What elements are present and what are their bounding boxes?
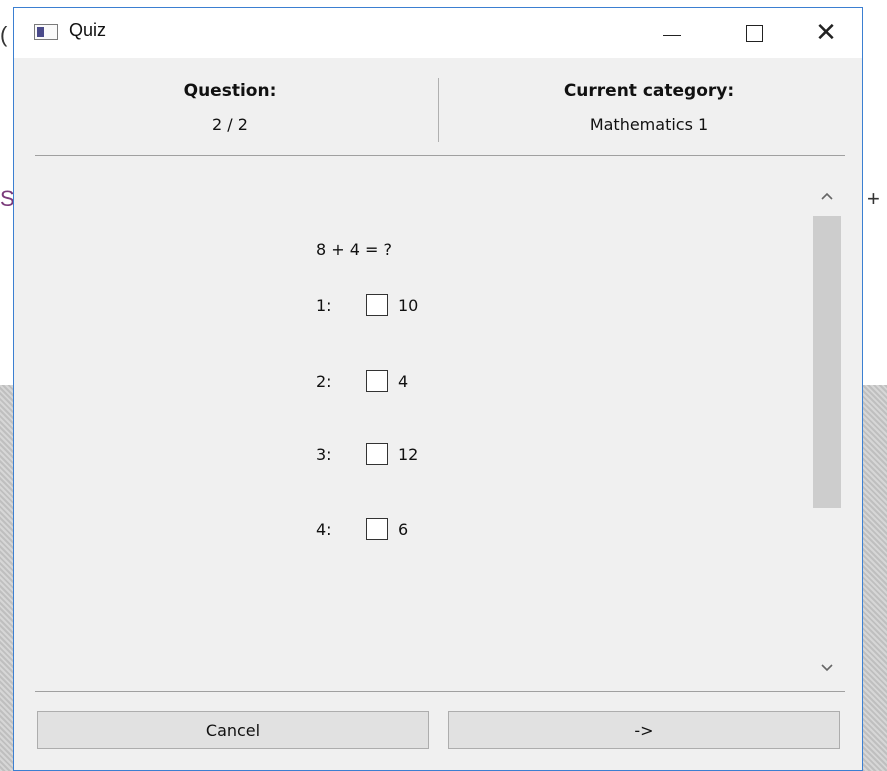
close-button[interactable]: ✕	[796, 8, 856, 58]
answer-checkbox-1[interactable]	[366, 294, 388, 316]
question-text: 8 + 4 = ?	[316, 240, 393, 259]
answer-checkbox-3[interactable]	[366, 443, 388, 465]
cancel-button[interactable]: Cancel	[37, 711, 429, 749]
minimize-icon	[663, 34, 681, 36]
question-counter: 2 / 2	[212, 115, 248, 134]
header-divider	[438, 78, 439, 142]
footer-separator	[35, 691, 845, 692]
app-window-icon[interactable]	[34, 24, 58, 40]
vertical-scrollbar[interactable]	[811, 176, 843, 690]
option-value: 4	[398, 371, 409, 391]
close-icon: ✕	[815, 18, 837, 48]
category-label: Current category:	[563, 81, 735, 101]
chevron-up-icon[interactable]	[811, 184, 843, 208]
option-value: 10	[398, 295, 419, 315]
option-number: 3:	[316, 444, 332, 464]
background-text: (	[0, 22, 8, 47]
option-number: 1:	[316, 295, 332, 315]
next-button[interactable]: ->	[448, 711, 840, 749]
maximize-button[interactable]	[724, 8, 784, 58]
background-text: +	[867, 186, 880, 211]
quiz-window: Quiz ✕ Question: 2 / 2 Current category:…	[13, 7, 863, 771]
category-value: Mathematics 1	[589, 115, 709, 134]
option-number: 2:	[316, 371, 332, 391]
option-value: 12	[398, 444, 419, 464]
answer-option-4[interactable]: 4: 6	[316, 518, 408, 540]
scrollbar-thumb[interactable]	[813, 216, 841, 508]
header-separator	[35, 155, 845, 156]
answer-option-3[interactable]: 3: 12	[316, 443, 418, 465]
minimize-button[interactable]	[642, 8, 702, 58]
current-category: Current category: Mathematics 1	[449, 81, 849, 134]
window-title: Quiz	[69, 20, 107, 40]
answer-checkbox-4[interactable]	[366, 518, 388, 540]
answer-option-2[interactable]: 2: 4	[316, 370, 408, 392]
option-value: 6	[398, 519, 409, 539]
maximize-icon	[745, 24, 763, 42]
answer-checkbox-2[interactable]	[366, 370, 388, 392]
question-progress: Question: 2 / 2	[30, 81, 430, 134]
title-bar[interactable]: Quiz ✕	[14, 8, 862, 58]
chevron-down-icon[interactable]	[811, 656, 843, 680]
option-number: 4:	[316, 519, 332, 539]
question-label: Question:	[183, 81, 277, 101]
answer-option-1[interactable]: 1: 10	[316, 294, 418, 316]
